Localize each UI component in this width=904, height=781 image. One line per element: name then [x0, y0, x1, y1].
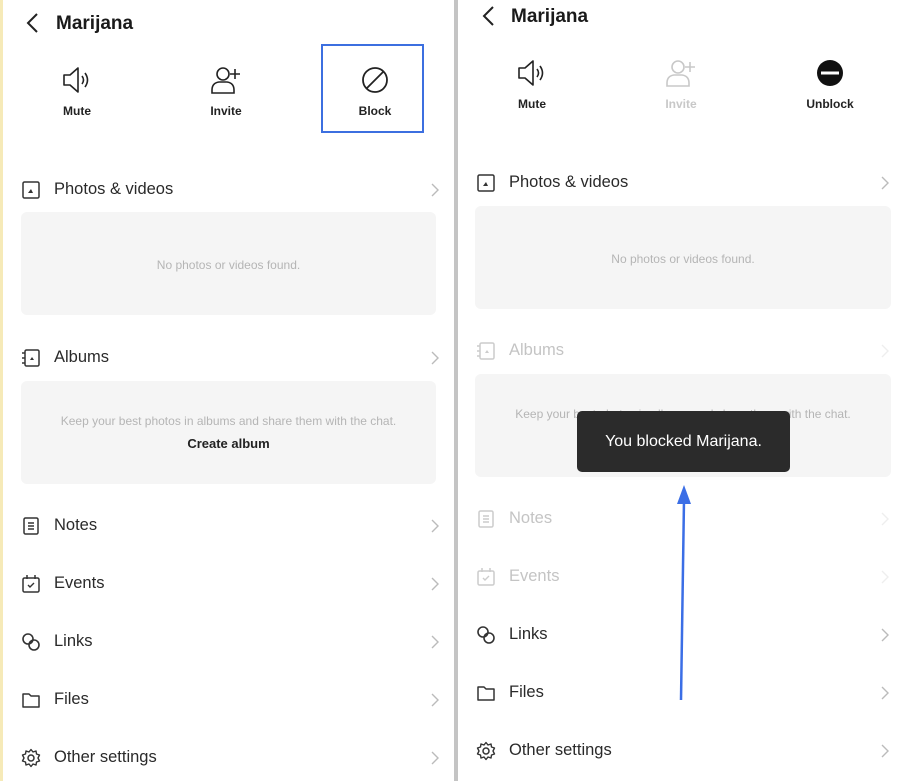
- create-album-button[interactable]: Create album: [21, 436, 436, 451]
- chevron-right-icon: [881, 512, 889, 526]
- chevron-right-icon: [431, 519, 439, 533]
- block-highlight-box: [321, 44, 424, 133]
- photos-empty-box: No photos or videos found.: [475, 206, 891, 309]
- notes-icon: [23, 517, 39, 535]
- chevron-right-icon: [431, 183, 439, 197]
- unblock-icon: [817, 60, 843, 86]
- row-files[interactable]: Files: [458, 673, 904, 713]
- unblock-label: Unblock: [806, 97, 854, 111]
- invite-label: Invite: [665, 97, 697, 111]
- notes-icon: [478, 510, 494, 528]
- mute-button[interactable]: Mute: [27, 46, 127, 132]
- row-notes[interactable]: Notes: [458, 499, 904, 539]
- link-icon: [22, 633, 40, 651]
- row-label: Events: [54, 574, 105, 592]
- row-links[interactable]: Links: [3, 622, 454, 662]
- albums-empty-box: Keep your best photos in albums and shar…: [21, 381, 436, 484]
- folder-icon: [477, 686, 495, 701]
- row-label: Albums: [509, 341, 565, 359]
- row-other-settings[interactable]: Other settings: [3, 738, 454, 778]
- row-label: Photos & videos: [54, 180, 174, 198]
- mute-label: Mute: [63, 104, 91, 118]
- empty-message: No photos or videos found.: [611, 252, 755, 266]
- header: Marijana: [458, 0, 904, 44]
- row-label: Notes: [509, 509, 553, 527]
- row-photos-videos[interactable]: Photos & videos: [458, 163, 904, 203]
- row-label: Notes: [54, 516, 98, 534]
- calendar-icon: [22, 575, 40, 593]
- chevron-right-icon: [431, 577, 439, 591]
- row-label: Albums: [54, 348, 110, 366]
- row-files[interactable]: Files: [3, 680, 454, 720]
- chevron-left-icon[interactable]: [477, 4, 501, 28]
- chevron-right-icon: [881, 628, 889, 642]
- empty-message: No photos or videos found.: [156, 258, 301, 272]
- photo-icon: [22, 181, 40, 199]
- chevron-right-icon: [431, 693, 439, 707]
- chat-settings-panel-after: Marijana Mute Invite Unblock Photos & vi…: [458, 0, 904, 781]
- chevron-right-icon: [431, 751, 439, 765]
- folder-icon: [22, 693, 40, 708]
- photo-icon: [477, 174, 495, 192]
- invite-label: Invite: [210, 104, 242, 118]
- row-other-settings[interactable]: Other settings: [458, 731, 904, 771]
- row-events[interactable]: Events: [3, 564, 454, 604]
- row-events[interactable]: Events: [458, 557, 904, 597]
- chevron-right-icon: [431, 351, 439, 365]
- row-albums[interactable]: Albums: [458, 331, 904, 371]
- speaker-icon: [518, 60, 544, 86]
- toast-notification: You blocked Marijana.: [577, 411, 790, 472]
- add-user-icon: [666, 60, 695, 87]
- invite-button[interactable]: Invite: [176, 46, 276, 132]
- album-icon: [477, 342, 495, 360]
- add-user-icon: [211, 67, 240, 94]
- empty-message: Keep your best photos in albums and shar…: [60, 414, 397, 428]
- chevron-right-icon: [881, 744, 889, 758]
- page-title: Marijana: [56, 13, 134, 34]
- row-label: Files: [54, 690, 89, 708]
- page-title: Marijana: [511, 6, 589, 27]
- row-label: Other settings: [509, 741, 612, 759]
- speaker-icon: [63, 67, 89, 93]
- chevron-left-icon[interactable]: [21, 11, 45, 35]
- gear-icon: [21, 748, 41, 768]
- photos-empty-box: No photos or videos found.: [21, 212, 436, 315]
- row-links[interactable]: Links: [458, 615, 904, 655]
- row-notes[interactable]: Notes: [3, 506, 454, 546]
- gear-icon: [476, 741, 496, 761]
- header: Marijana: [3, 0, 454, 44]
- chevron-right-icon: [881, 686, 889, 700]
- row-label: Photos & videos: [509, 173, 629, 191]
- row-label: Files: [509, 683, 544, 701]
- row-label: Events: [509, 567, 560, 585]
- mute-button[interactable]: Mute: [482, 39, 582, 125]
- chevron-right-icon: [431, 635, 439, 649]
- row-label: Links: [509, 625, 548, 643]
- invite-button[interactable]: Invite: [631, 39, 731, 125]
- chat-settings-panel-before: Marijana Mute Invite Block Photos & vide…: [3, 0, 454, 781]
- row-label: Links: [54, 632, 93, 650]
- row-label: Other settings: [54, 748, 157, 766]
- chevron-right-icon: [881, 570, 889, 584]
- album-icon: [22, 349, 40, 367]
- chevron-right-icon: [881, 344, 889, 358]
- action-bar: Mute Invite Unblock: [458, 39, 904, 129]
- chevron-right-icon: [881, 176, 889, 190]
- mute-label: Mute: [518, 97, 546, 111]
- link-icon: [477, 626, 495, 644]
- row-photos-videos[interactable]: Photos & videos: [3, 170, 454, 210]
- unblock-button[interactable]: Unblock: [780, 39, 880, 125]
- row-albums[interactable]: Albums: [3, 338, 454, 378]
- calendar-icon: [477, 568, 495, 586]
